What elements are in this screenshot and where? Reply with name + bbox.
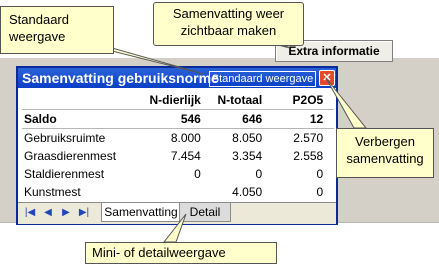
row-spacer	[325, 109, 334, 129]
table-row: Kunstmest 4.050 0	[22, 183, 334, 201]
summary-table: N-dierlijk N-totaal P2O5 Saldo 546 646 1…	[22, 90, 334, 201]
table-header-spacer	[325, 90, 334, 110]
close-icon[interactable]: ✕	[319, 70, 335, 86]
row-value	[140, 183, 203, 201]
table-header-n-dierlijk: N-dierlijk	[140, 90, 203, 110]
row-value: 2.558	[293, 149, 324, 163]
row-spacer	[325, 183, 334, 201]
row-value: 8.050	[232, 131, 263, 145]
row-value: 4.050	[232, 185, 263, 199]
table-row: Gebruiksruimte 8.000 8.050 2.570	[22, 129, 334, 148]
tab-detail[interactable]: Detail	[179, 203, 231, 222]
screenshot-canvas: Extra informatie Samenvatting gebruiksno…	[0, 0, 439, 269]
summary-window: Samenvatting gebruiksnorme Standaard wee…	[16, 66, 338, 225]
callout-show-summary-again: Samenvatting weer zichtbaar maken	[153, 2, 304, 46]
tab-summary[interactable]: Samenvatting	[101, 203, 181, 222]
table-row: Saldo 546 646 12	[22, 109, 334, 129]
row-value: 546	[140, 109, 203, 129]
callout-standard-view: Standaard weergave	[0, 6, 114, 54]
row-value: 7.454	[170, 149, 201, 163]
row-value: 0	[194, 167, 201, 181]
next-record-icon[interactable]: ▶	[60, 206, 72, 220]
callout-mini-or-detail-view: Mini- of detailweergave	[85, 242, 277, 264]
record-tab-bar: |◀ ◀ ▶ ▶| Samenvatting Detail	[18, 202, 336, 224]
row-spacer	[325, 129, 334, 148]
row-value: 0	[255, 167, 263, 181]
row-value: 646	[202, 109, 265, 129]
standard-view-button[interactable]: Standaard weergave	[209, 71, 316, 87]
first-record-icon[interactable]: |◀	[24, 206, 36, 220]
last-record-icon[interactable]: ▶|	[78, 206, 90, 220]
row-label: Saldo	[22, 109, 141, 129]
table-row: Staldierenmest 0 0 0	[22, 165, 334, 183]
row-value: 0	[316, 185, 324, 199]
table-header-n-totaal: N-totaal	[202, 90, 265, 110]
previous-record-icon[interactable]: ◀	[42, 206, 54, 220]
row-label: Gebruiksruimte	[24, 131, 106, 145]
row-value: 8.000	[170, 131, 201, 145]
row-value: 2.570	[293, 131, 324, 145]
row-label: Staldierenmest	[24, 167, 105, 181]
row-spacer	[325, 147, 334, 165]
callout-hide-summary: Verbergen samenvatting	[336, 128, 434, 178]
table-row: Graasdierenmest 7.454 3.354 2.558	[22, 147, 334, 165]
summary-window-titlebar[interactable]: Samenvatting gebruiksnorme Standaard wee…	[18, 68, 336, 88]
table-header-name	[22, 90, 141, 110]
row-value: 12	[264, 109, 326, 129]
summary-window-title: Samenvatting gebruiksnorme	[22, 70, 219, 86]
row-label: Graasdierenmest	[24, 149, 117, 163]
row-spacer	[325, 165, 334, 183]
row-label: Kunstmest	[24, 185, 81, 199]
table-header-p2o5: P2O5	[264, 90, 326, 110]
row-value: 3.354	[232, 149, 263, 163]
row-value: 0	[316, 167, 324, 181]
